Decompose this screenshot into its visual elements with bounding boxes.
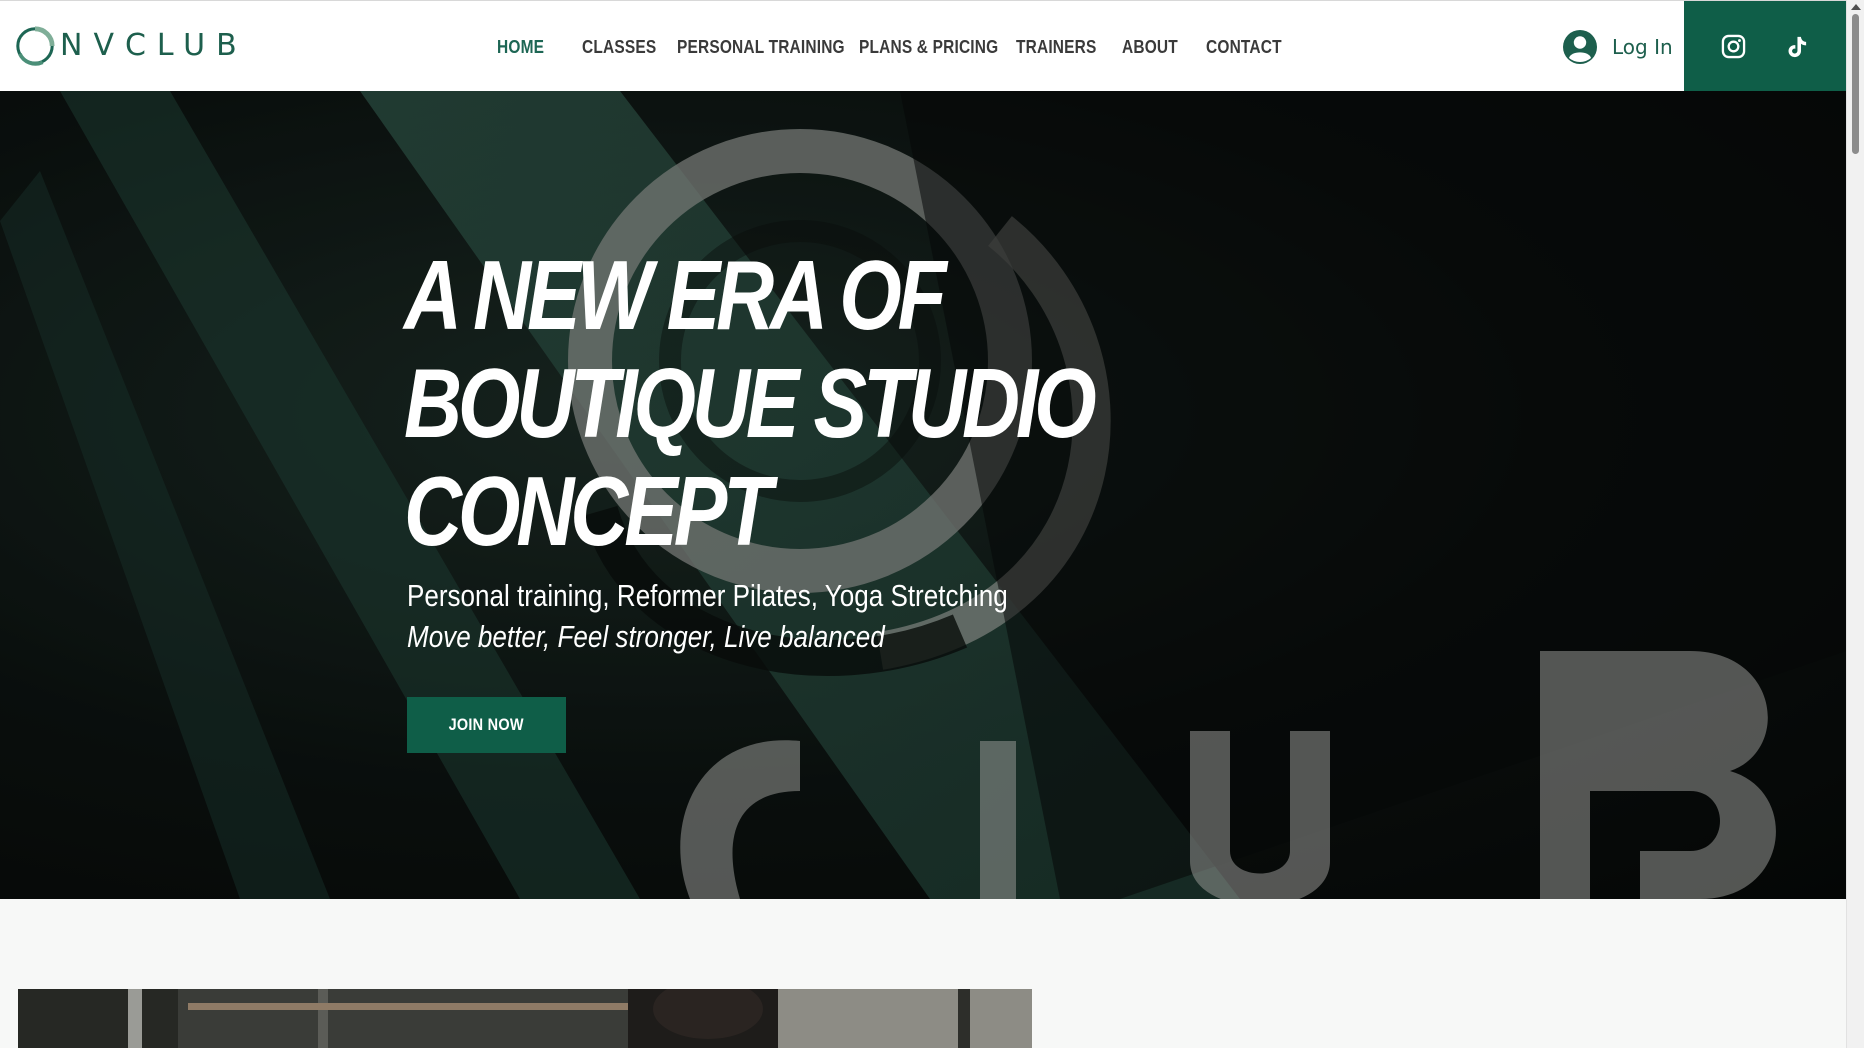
scrollbar-thumb[interactable] — [1852, 14, 1859, 154]
nav-about[interactable]: ABOUT — [1122, 37, 1178, 58]
instagram-icon[interactable] — [1719, 32, 1749, 62]
nav-contact[interactable]: CONTACT — [1206, 37, 1282, 58]
user-avatar-icon — [1563, 30, 1597, 64]
brand-logo[interactable]: NVCLUB — [14, 23, 248, 69]
hero-section: A NEW ERA OF BOUTIQUE STUDIO CONCEPT Per… — [0, 91, 1846, 899]
hero-tagline: Move better, Feel stronger, Live balance… — [407, 619, 885, 654]
hero-title-line: BOUTIQUE STUDIO — [404, 348, 1097, 458]
hero-subtitle: Personal training, Reformer Pilates, Yog… — [407, 578, 1008, 613]
tiktok-icon[interactable] — [1782, 32, 1812, 62]
join-now-button[interactable]: JOIN NOW — [407, 697, 566, 753]
nav-plans-pricing[interactable]: PLANS & PRICING — [859, 37, 998, 58]
nav-classes[interactable]: CLASSES — [582, 37, 656, 58]
hero-title: A NEW ERA OF BOUTIQUE STUDIO CONCEPT — [404, 240, 1097, 566]
trainer-photo — [18, 989, 1032, 1048]
nav-trainers[interactable]: TRAINERS — [1016, 37, 1096, 58]
scroll-up-arrow-icon[interactable] — [1851, 4, 1861, 10]
social-bar — [1684, 1, 1846, 92]
nav-personal-training[interactable]: PERSONAL TRAINING — [677, 37, 845, 58]
main-nav: HOME CLASSES PERSONAL TRAINING PLANS & P… — [497, 29, 1282, 65]
logo-wordmark: NVCLUB — [60, 28, 248, 63]
gym-photo-graphic — [18, 989, 1032, 1048]
hero-title-line: CONCEPT — [404, 456, 772, 566]
login-button[interactable]: Log In — [1562, 27, 1673, 67]
hero-title-line: A NEW ERA OF — [404, 240, 947, 350]
join-now-label: JOIN NOW — [448, 715, 525, 734]
site-header: NVCLUB HOME CLASSES PERSONAL TRAINING PL… — [0, 0, 1846, 92]
login-label: Log In — [1612, 35, 1673, 59]
page-scrollbar[interactable] — [1846, 0, 1864, 1048]
logo-swirl-icon — [16, 26, 55, 66]
nav-home[interactable]: HOME — [497, 37, 544, 58]
